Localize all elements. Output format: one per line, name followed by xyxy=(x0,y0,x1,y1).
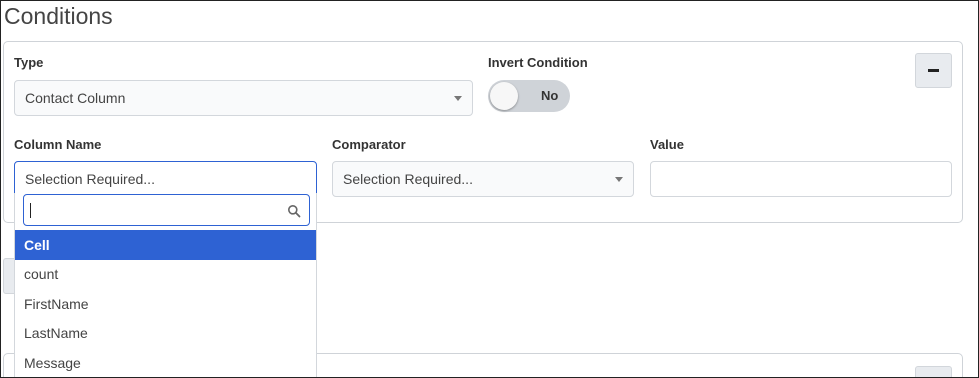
invert-condition-label: Invert Condition xyxy=(488,55,588,70)
chevron-down-icon xyxy=(615,177,623,182)
type-select-value: Contact Column xyxy=(25,90,126,106)
dropdown-option-count[interactable]: count xyxy=(15,260,316,290)
dropdown-option-message[interactable]: Message xyxy=(15,348,316,378)
invert-condition-toggle[interactable]: No xyxy=(488,80,570,112)
dropdown-option-cell[interactable]: Cell xyxy=(15,230,316,260)
value-label: Value xyxy=(650,137,684,152)
dropdown-option-lastname[interactable]: LastName xyxy=(15,319,316,349)
toggle-state-label: No xyxy=(541,88,559,103)
search-icon xyxy=(288,205,301,218)
chevron-down-icon xyxy=(454,96,462,101)
value-input[interactable] xyxy=(650,161,952,197)
page-title: Conditions xyxy=(4,3,113,29)
column-name-dropdown: Cell count FirstName LastName Message xyxy=(14,193,317,378)
column-name-select[interactable]: Selection Required... xyxy=(14,161,317,197)
type-label: Type xyxy=(14,55,44,70)
toggle-knob xyxy=(490,82,518,110)
remove-condition-button[interactable] xyxy=(915,53,952,88)
column-name-label: Column Name xyxy=(14,137,102,152)
remove-next-condition-button[interactable] xyxy=(915,366,952,378)
text-cursor xyxy=(30,203,31,218)
dropdown-search-input[interactable] xyxy=(23,194,310,226)
minus-icon xyxy=(928,69,939,72)
comparator-label: Comparator xyxy=(332,137,406,152)
dropdown-options-list: Cell count FirstName LastName Message xyxy=(15,230,316,378)
dropdown-option-firstname[interactable]: FirstName xyxy=(15,289,316,319)
column-name-select-value: Selection Required... xyxy=(25,171,155,187)
comparator-select[interactable]: Selection Required... xyxy=(332,161,634,197)
comparator-select-value: Selection Required... xyxy=(343,171,473,187)
type-select[interactable]: Contact Column xyxy=(14,80,473,116)
